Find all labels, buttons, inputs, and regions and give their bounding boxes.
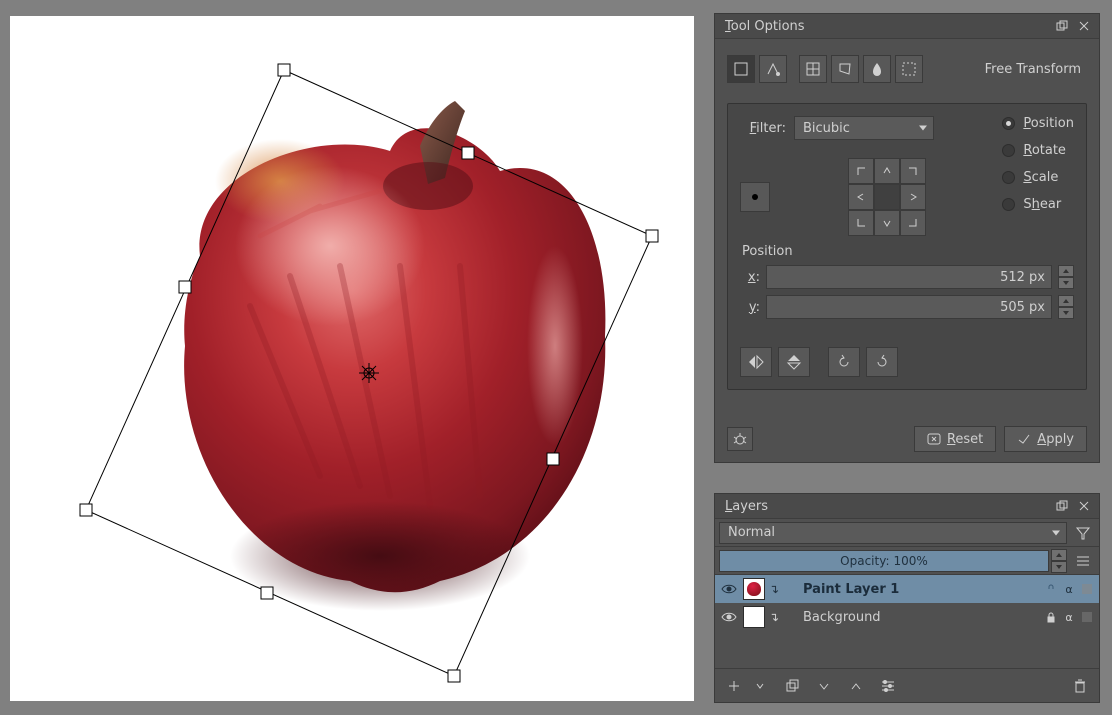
anchor-ne[interactable]	[900, 158, 926, 184]
position-section-label: Position	[742, 244, 1074, 259]
transform-type-radios: Position Rotate Scale Shear	[1002, 116, 1074, 236]
anchor-se[interactable]	[900, 210, 926, 236]
transform-mode-label: Free Transform	[985, 62, 1081, 77]
pos-y-input[interactable]: 505 px	[766, 295, 1052, 319]
close-icon[interactable]	[1075, 17, 1093, 35]
layer-options-icon[interactable]	[1071, 549, 1095, 573]
mode-cage[interactable]	[831, 55, 859, 83]
layer-filter-icon[interactable]	[1071, 521, 1095, 545]
tool-options-title-bar[interactable]: Tool Options Tool Options	[715, 14, 1099, 39]
layers-title-bar[interactable]: Layers	[715, 494, 1099, 519]
canvas-artwork	[10, 16, 694, 701]
layer-row[interactable]: ↴ Paint Layer 1 α	[715, 575, 1099, 603]
lock-icon[interactable]	[1043, 609, 1059, 625]
detach-icon[interactable]	[1053, 17, 1071, 35]
opacity-spinner[interactable]	[1051, 549, 1067, 573]
origin-center-button[interactable]	[740, 182, 770, 212]
anchor-e[interactable]	[900, 184, 926, 210]
pos-x-input[interactable]: 512 px	[766, 265, 1052, 289]
pos-y-label: y:	[740, 300, 760, 315]
opacity-value: 100%	[894, 554, 928, 568]
pos-x-spinner[interactable]	[1058, 265, 1074, 289]
radio-rotate[interactable]: Rotate	[1002, 143, 1074, 158]
canvas[interactable]	[10, 16, 694, 701]
anchor-sw[interactable]	[848, 210, 874, 236]
layers-title: Layers	[725, 499, 768, 514]
layer-name[interactable]: Paint Layer 1	[783, 582, 1043, 597]
opacity-label: Opacity:	[840, 554, 889, 568]
collapse-icon[interactable]: ↴	[769, 610, 783, 624]
mode-free-transform[interactable]	[727, 55, 755, 83]
filter-label: Filter:	[740, 121, 786, 136]
alpha-icon[interactable]: α	[1061, 609, 1077, 625]
lock-icon[interactable]	[1043, 581, 1059, 597]
rotate-ccw-button[interactable]	[828, 347, 860, 377]
collapse-icon[interactable]: ↴	[769, 582, 783, 596]
anchor-center[interactable]	[874, 184, 900, 210]
radio-position[interactable]: Position	[1002, 116, 1074, 131]
flip-horizontal-button[interactable]	[740, 347, 772, 377]
layers-toolbar	[715, 668, 1099, 702]
add-layer-button[interactable]	[723, 675, 745, 697]
mode-perspective[interactable]	[759, 55, 787, 83]
anchor-w[interactable]	[848, 184, 874, 210]
inherit-alpha-icon[interactable]	[1079, 609, 1095, 625]
filter-value: Bicubic	[803, 121, 850, 136]
duplicate-layer-button[interactable]	[781, 675, 803, 697]
opacity-slider[interactable]: Opacity: 100%	[719, 550, 1049, 572]
mode-liquify[interactable]	[863, 55, 891, 83]
anchor-s[interactable]	[874, 210, 900, 236]
transform-mode-row: Free Transform	[727, 55, 1087, 83]
anchor-n[interactable]	[874, 158, 900, 184]
close-icon[interactable]	[1075, 497, 1093, 515]
radio-shear[interactable]: Shear	[1002, 197, 1074, 212]
filter-combo[interactable]: Bicubic	[794, 116, 934, 140]
move-up-button[interactable]	[845, 675, 867, 697]
pos-x-label: x:	[740, 270, 760, 285]
mode-mesh[interactable]	[895, 55, 923, 83]
tool-options-title: Tool Options	[725, 19, 805, 34]
layer-row[interactable]: ↴ Background α	[715, 603, 1099, 631]
transform-params-group: Filter: Bicubic	[727, 103, 1087, 390]
move-down-button[interactable]	[813, 675, 835, 697]
add-menu-caret[interactable]	[749, 675, 771, 697]
flip-vertical-button[interactable]	[778, 347, 810, 377]
anchor-direction-grid	[848, 158, 926, 236]
mode-warp[interactable]	[799, 55, 827, 83]
visibility-toggle[interactable]	[719, 611, 739, 623]
layer-properties-button[interactable]	[877, 675, 899, 697]
apply-button[interactable]: Apply	[1004, 426, 1087, 452]
detach-icon[interactable]	[1053, 497, 1071, 515]
delete-layer-button[interactable]	[1069, 675, 1091, 697]
layer-thumbnail	[743, 606, 765, 628]
inherit-alpha-icon[interactable]	[1079, 581, 1095, 597]
reset-button[interactable]: Reset	[914, 426, 996, 452]
anchor-nw[interactable]	[848, 158, 874, 184]
blend-mode-combo[interactable]: Normal	[719, 522, 1067, 544]
visibility-toggle[interactable]	[719, 583, 739, 595]
tool-options-panel: Tool Options Tool Options	[714, 13, 1100, 463]
radio-scale[interactable]: Scale	[1002, 170, 1074, 185]
layers-panel: Layers Normal Opacity: 100%	[714, 493, 1100, 703]
pos-y-spinner[interactable]	[1058, 295, 1074, 319]
layer-list: ↴ Paint Layer 1 α ↴ Background α	[715, 575, 1099, 631]
layer-name[interactable]: Background	[783, 610, 1043, 625]
blend-mode-value: Normal	[728, 525, 775, 540]
rotate-cw-button[interactable]	[866, 347, 898, 377]
alpha-icon[interactable]: α	[1061, 581, 1077, 597]
layer-thumbnail	[743, 578, 765, 600]
bug-icon[interactable]	[727, 427, 753, 451]
